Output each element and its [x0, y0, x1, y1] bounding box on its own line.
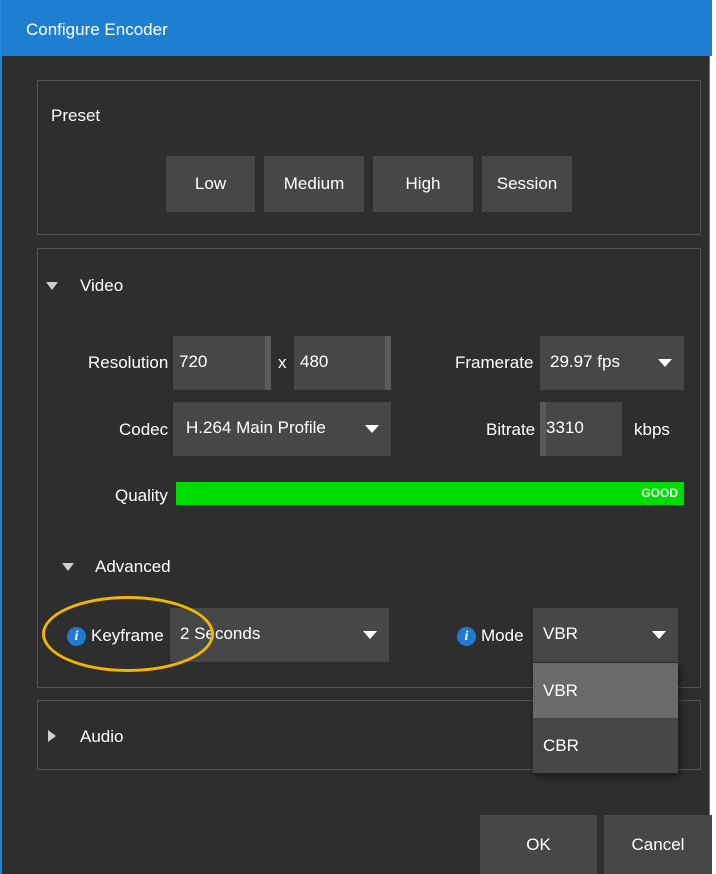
bitrate-field[interactable]: 3310 [540, 402, 622, 456]
resolution-label: Resolution [88, 353, 169, 372]
preset-session-button[interactable]: Session [482, 156, 572, 212]
configure-encoder-dialog: Configure Encoder Preset Low Medium High… [0, 0, 712, 874]
preset-low-button[interactable]: Low [166, 156, 255, 212]
resolution-width-value: 720 [179, 352, 208, 371]
audio-section-label[interactable]: Audio [80, 727, 123, 747]
resolution-width-slider-handle[interactable] [265, 336, 271, 390]
preset-panel: Preset Low Medium High Session [37, 80, 701, 235]
mode-value: VBR [543, 624, 578, 643]
resolution-width-field[interactable]: 720 [173, 336, 271, 390]
quality-meter: GOOD [176, 482, 684, 505]
mode-info-icon[interactable]: i [457, 627, 476, 646]
quality-label: Quality [115, 486, 168, 505]
resolution-height-field[interactable]: 480 [294, 336, 391, 390]
bitrate-unit: kbps [634, 420, 670, 439]
keyframe-select[interactable]: 2 Seconds [170, 608, 389, 662]
bitrate-value: 3310 [546, 418, 584, 437]
framerate-select[interactable]: 29.97 fps [540, 336, 684, 390]
preset-label: Preset [51, 106, 101, 125]
keyframe-label: Keyframe [91, 626, 164, 645]
resolution-height-value: 480 [300, 352, 329, 371]
cancel-button[interactable]: Cancel [604, 815, 712, 874]
framerate-label: Framerate [455, 353, 534, 372]
keyframe-info-icon[interactable]: i [67, 627, 86, 646]
advanced-section-label[interactable]: Advanced [95, 557, 171, 577]
ok-button[interactable]: OK [480, 815, 597, 874]
title-bar[interactable]: Configure Encoder [2, 0, 712, 56]
chevron-down-icon [658, 359, 672, 367]
chevron-down-icon [363, 631, 377, 639]
chevron-down-icon [365, 425, 379, 433]
keyframe-value: 2 Seconds [180, 624, 261, 643]
mode-option-cbr[interactable]: CBR [533, 718, 678, 773]
mode-label: Mode [481, 626, 524, 645]
codec-value: H.264 Main Profile [186, 418, 326, 437]
mode-option-vbr[interactable]: VBR [533, 663, 678, 718]
quality-status: GOOD [641, 486, 678, 500]
bitrate-label: Bitrate [486, 420, 536, 439]
chevron-down-icon [652, 631, 666, 639]
advanced-collapse-icon[interactable] [62, 563, 74, 571]
audio-expand-icon[interactable] [48, 730, 56, 742]
video-section-label[interactable]: Video [80, 276, 123, 296]
video-collapse-icon[interactable] [46, 282, 58, 290]
codec-label: Codec [119, 420, 169, 439]
codec-select[interactable]: H.264 Main Profile [173, 402, 391, 456]
preset-high-button[interactable]: High [373, 156, 473, 212]
mode-select[interactable]: VBR [533, 608, 678, 662]
resolution-height-slider-handle[interactable] [385, 336, 391, 390]
preset-medium-button[interactable]: Medium [264, 156, 364, 212]
window-title: Configure Encoder [26, 20, 168, 39]
resolution-separator: x [278, 353, 287, 372]
framerate-value: 29.97 fps [550, 352, 620, 371]
mode-dropdown-list: VBR CBR [533, 663, 678, 773]
